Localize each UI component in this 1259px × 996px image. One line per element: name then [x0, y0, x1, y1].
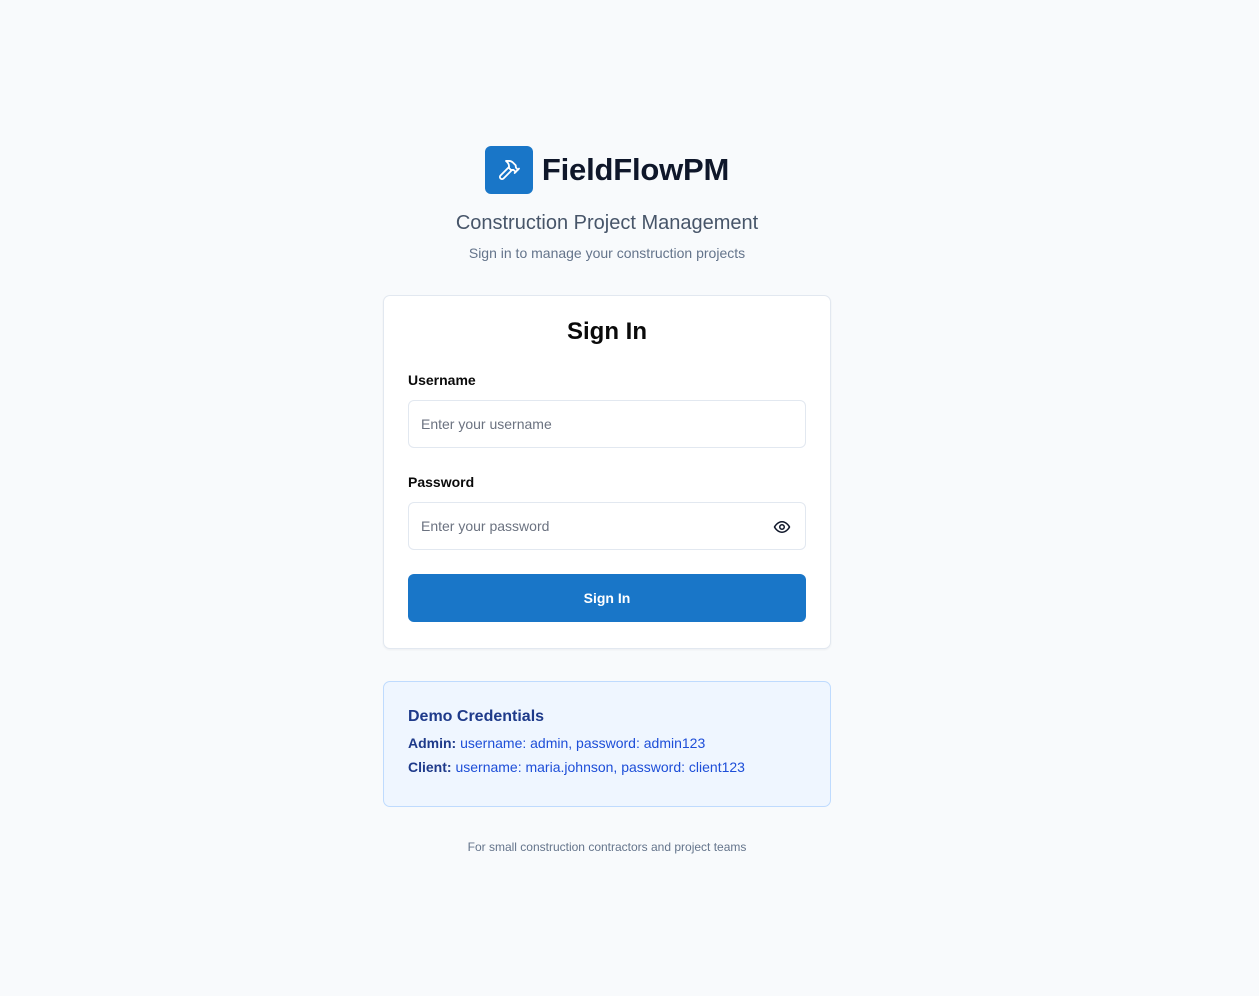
app-logo: [484, 146, 533, 194]
demo-admin-label: Admin:: [408, 735, 457, 751]
hammer-icon: [498, 160, 520, 180]
demo-credentials-title: Demo Credentials: [408, 708, 545, 725]
demo-client-text: username: maria.johnson, password: clien…: [455, 759, 745, 775]
demo-client-label: Client:: [408, 759, 452, 775]
app-tagline: Construction Project Management: [455, 212, 759, 234]
signin-card: Sign In Username Password Sign In: [383, 295, 831, 649]
app-name: FieldFlowPM: [541, 152, 730, 187]
signin-title: Sign In: [567, 318, 647, 345]
brand-header: FieldFlowPM: [383, 146, 831, 194]
demo-admin-text: username: admin, password: admin123: [460, 735, 706, 751]
password-input[interactable]: [409, 503, 805, 549]
demo-client-line: Client: username: maria.johnson, passwor…: [408, 759, 806, 775]
login-container: FieldFlowPM Construction Project Managem…: [383, 146, 831, 854]
username-input[interactable]: [409, 401, 805, 447]
app-subtagline: Sign in to manage your construction proj…: [468, 245, 746, 261]
signin-button[interactable]: Sign In: [408, 574, 806, 622]
demo-credentials-panel: Demo Credentials Admin: username: admin,…: [383, 681, 831, 807]
username-label: Username: [408, 372, 476, 388]
password-field-box: [408, 502, 806, 550]
footer-text: For small construction contractors and p…: [467, 840, 747, 854]
username-field-box: [408, 400, 806, 448]
eye-icon[interactable]: [773, 518, 791, 536]
password-label: Password: [408, 474, 475, 490]
demo-admin-line: Admin: username: admin, password: admin1…: [408, 735, 806, 751]
